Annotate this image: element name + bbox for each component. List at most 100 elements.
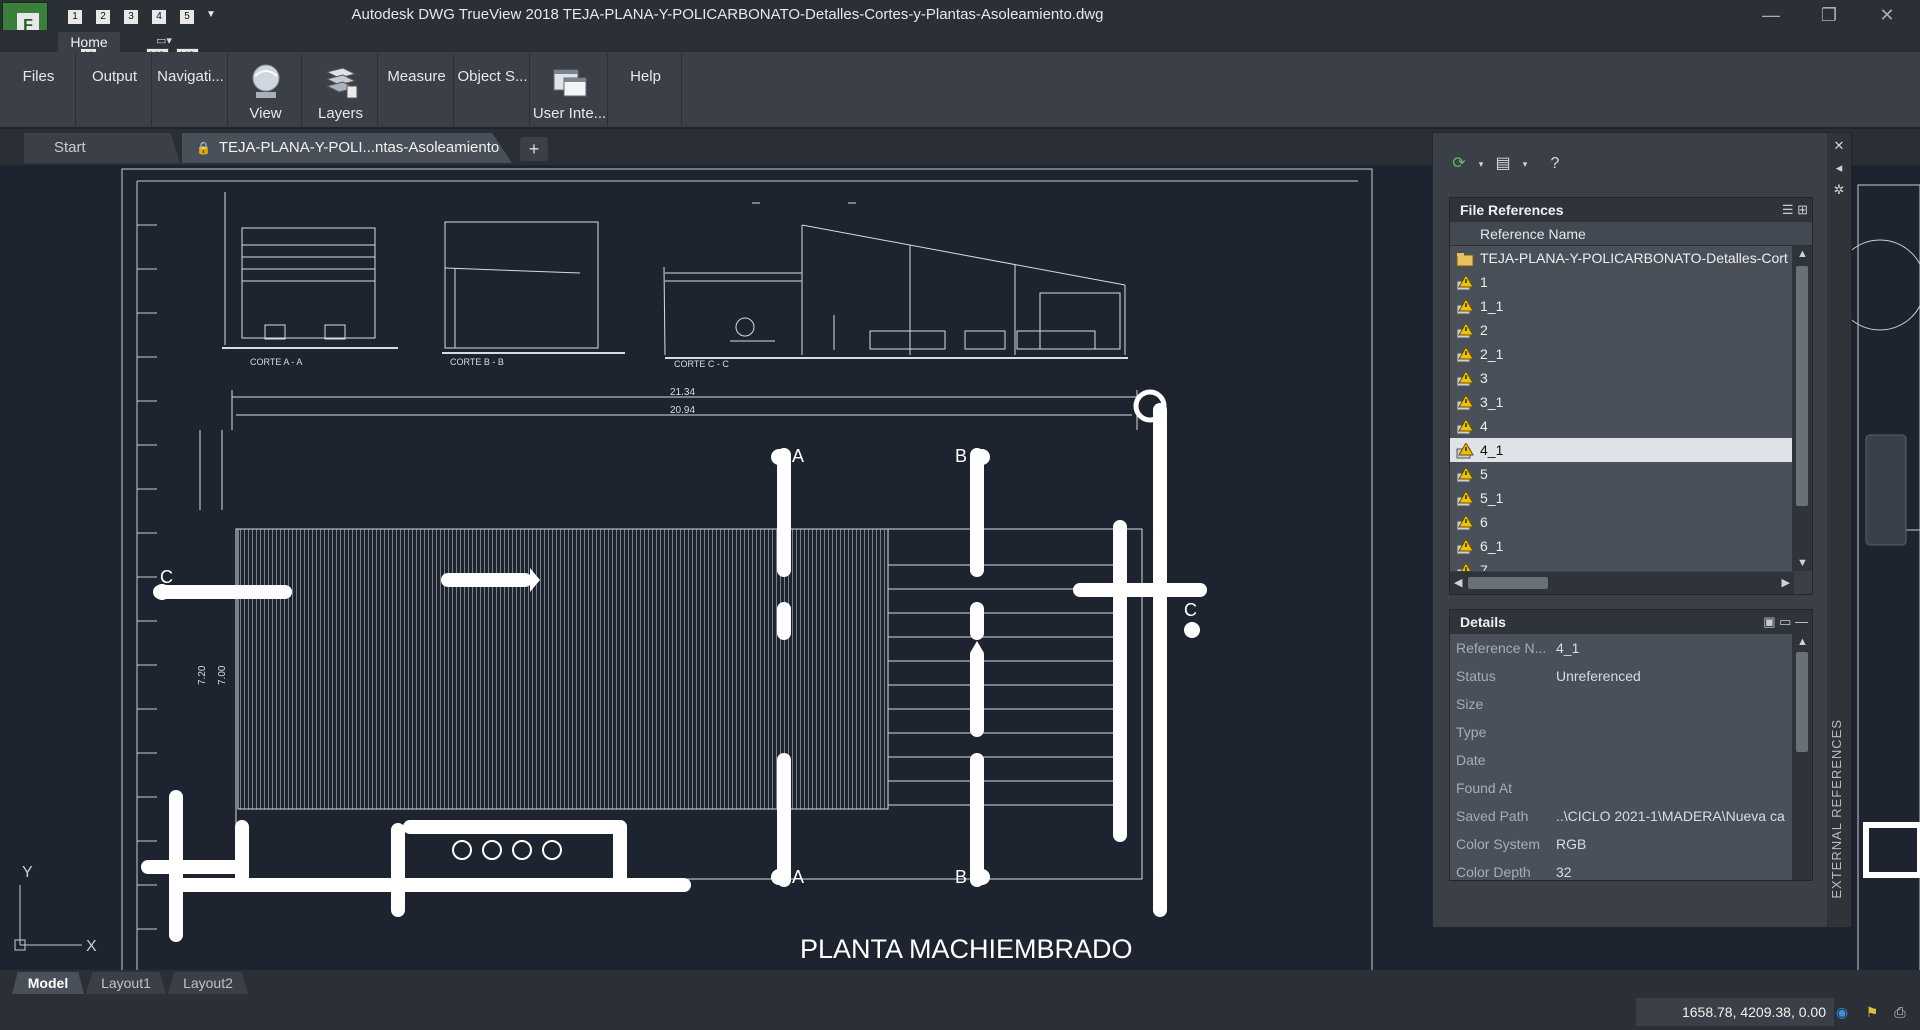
reference-list-vscroll[interactable]: ▲ ▼ <box>1792 246 1812 571</box>
panel-files-label: Files <box>22 68 55 85</box>
layout-tab-bar: Model Layout1 Layout2 <box>0 970 1920 994</box>
panel-object-snap[interactable]: Object S... <box>456 54 530 126</box>
reference-row[interactable]: 2 <box>1450 318 1794 342</box>
panel-help[interactable]: Help <box>610 54 682 126</box>
section-c-elevation <box>663 202 1128 359</box>
reference-name: 4_1 <box>1480 442 1504 458</box>
policarbonato-stripes <box>888 564 1120 806</box>
minimize-button[interactable]: — <box>1742 0 1800 30</box>
panel-output-label: Output <box>91 68 138 85</box>
palette-autohide-icon[interactable]: ◂ <box>1832 161 1846 175</box>
window-title: Autodesk DWG TrueView 2018 TEJA-PLANA-Y-… <box>351 6 1104 23</box>
file-references-panel: File References ☰ ⊞ Reference Name TEJA-… <box>1449 197 1813 595</box>
view-toggle-icons[interactable]: ☰ ⊞ <box>1782 198 1808 222</box>
reference-row[interactable]: 5 <box>1450 462 1794 486</box>
scroll-down-icon[interactable]: ▼ <box>1797 557 1808 569</box>
plot-icon[interactable]: ⎙ <box>1890 1002 1910 1022</box>
warning-icon <box>1456 442 1474 459</box>
scroll-up-icon[interactable]: ▲ <box>1797 248 1808 260</box>
details-row: Size <box>1450 690 1794 718</box>
mark-c-right: C <box>1184 600 1197 620</box>
notification-icon[interactable]: ⚑ <box>1862 1002 1882 1022</box>
panel-measure-label: Measure <box>387 68 446 85</box>
tab-start[interactable]: Start <box>24 133 180 163</box>
workspace-dropdown-icon[interactable]: ▭▾ <box>156 34 172 47</box>
details-row: Color Depth 32 <box>1450 858 1794 880</box>
mark-b-bottom: B <box>955 867 967 887</box>
reference-row[interactable]: 5_1 <box>1450 486 1794 510</box>
mark-a-top: A <box>792 446 804 466</box>
annotation-scale-icon[interactable]: ◉ <box>1832 1002 1852 1022</box>
close-button[interactable]: ✕ <box>1858 0 1916 30</box>
file-references-title: File References <box>1460 202 1564 218</box>
panel-view[interactable]: View <box>230 54 302 126</box>
panel-layers-label: Layers <box>317 105 364 122</box>
details-row: Date <box>1450 746 1794 774</box>
details-key: Color System <box>1456 836 1541 852</box>
reference-name-column-header[interactable]: Reference Name <box>1450 222 1812 246</box>
reference-name: 2_1 <box>1480 346 1504 362</box>
reference-name: 4 <box>1480 418 1488 434</box>
file-references-header: File References ☰ ⊞ <box>1450 198 1812 222</box>
reference-row[interactable]: 3 <box>1450 366 1794 390</box>
lock-icon: 🔒 <box>196 141 211 155</box>
panel-navigation[interactable]: Navigati... <box>154 54 228 126</box>
reference-row[interactable]: 1 <box>1450 270 1794 294</box>
reference-name: 6 <box>1480 514 1488 530</box>
mark-c-left: C <box>160 567 173 587</box>
details-panel: Details ▣ ▭ — Reference N... 4_1 Status Unr… <box>1449 609 1813 881</box>
details-row: Found At <box>1450 774 1794 802</box>
new-tab-button[interactable]: + <box>520 137 548 161</box>
restore-button[interactable]: ❐ <box>1800 0 1858 30</box>
details-scroll-up-icon[interactable]: ▲ <box>1797 636 1808 648</box>
warning-icon <box>1456 274 1474 291</box>
palette-close-icon[interactable]: ✕ <box>1832 139 1846 153</box>
details-row: Saved Path ..\CICLO 2021-1\MADERA\Nueva c… <box>1450 802 1794 830</box>
section-b-elevation <box>442 221 625 354</box>
panel-layers[interactable]: Layers <box>304 54 378 126</box>
reference-list-hscroll[interactable]: ◀ ▶ <box>1450 572 1794 594</box>
reference-row[interactable]: 6 <box>1450 510 1794 534</box>
panel-output[interactable]: Output <box>78 54 152 126</box>
details-vscroll[interactable]: ▲ <box>1792 634 1812 880</box>
panel-files[interactable]: Files <box>2 54 76 126</box>
panel-user-interface[interactable]: User Inte... <box>532 54 608 126</box>
tab-model[interactable]: Model <box>12 972 84 994</box>
panel-view-label: View <box>249 105 282 122</box>
reference-row[interactable]: 4_1 <box>1450 438 1794 462</box>
coordinate-readout[interactable]: 1658.78, 4209.38, 0.00 <box>1636 998 1834 1026</box>
reference-row[interactable]: 6_1 <box>1450 534 1794 558</box>
title-bar: F 1 2 3 4 5 ▼ Autodesk DWG TrueView 2018… <box>0 0 1920 46</box>
reference-row[interactable]: 7 <box>1450 558 1794 571</box>
reference-row[interactable]: 4 <box>1450 414 1794 438</box>
reference-row[interactable]: 3_1 <box>1450 390 1794 414</box>
warning-icon <box>1456 538 1474 555</box>
mark-a-bottom: A <box>792 867 804 887</box>
help-icon[interactable]: ? <box>1541 151 1569 177</box>
palette-properties-icon[interactable]: ✲ <box>1832 183 1846 197</box>
reference-row[interactable]: 1_1 <box>1450 294 1794 318</box>
warning-icon <box>1456 514 1474 531</box>
warning-icon <box>1456 346 1474 363</box>
details-value: 4_1 <box>1556 640 1580 656</box>
tab-layout2[interactable]: Layout2 <box>168 972 248 994</box>
reference-list[interactable]: TEJA-PLANA-Y-POLICARBONATO-Detalles-Cort… <box>1450 246 1794 571</box>
reference-row[interactable]: TEJA-PLANA-Y-POLICARBONATO-Detalles-Cort <box>1450 246 1794 270</box>
vscroll-thumb[interactable] <box>1796 266 1808 506</box>
attach-dropdown-icon[interactable]: ▾ <box>1511 151 1539 177</box>
view-icon <box>252 64 279 98</box>
details-value: RGB <box>1556 836 1587 852</box>
reference-row[interactable]: 2_1 <box>1450 342 1794 366</box>
scroll-left-icon[interactable]: ◀ <box>1454 576 1462 589</box>
details-value: ..\CICLO 2021-1\MADERA\Nueva ca <box>1556 808 1785 824</box>
details-value: 32 <box>1556 864 1572 880</box>
ucs-x-label: X <box>86 938 97 955</box>
palette-side-strip: ✕ ◂ ✲ EXTERNAL REFERENCES <box>1827 133 1851 927</box>
tab-layout1[interactable]: Layout1 <box>86 972 166 994</box>
tab-drawing[interactable]: 🔒 TEJA-PLANA-Y-POLI...ntas-Asoleamiento … <box>182 133 512 163</box>
hscroll-thumb[interactable] <box>1468 577 1548 589</box>
panel-measure[interactable]: Measure <box>380 54 454 126</box>
scroll-right-icon[interactable]: ▶ <box>1782 576 1790 589</box>
details-vscroll-thumb[interactable] <box>1796 652 1808 752</box>
details-header-icons[interactable]: ▣ ▭ — <box>1763 610 1808 634</box>
